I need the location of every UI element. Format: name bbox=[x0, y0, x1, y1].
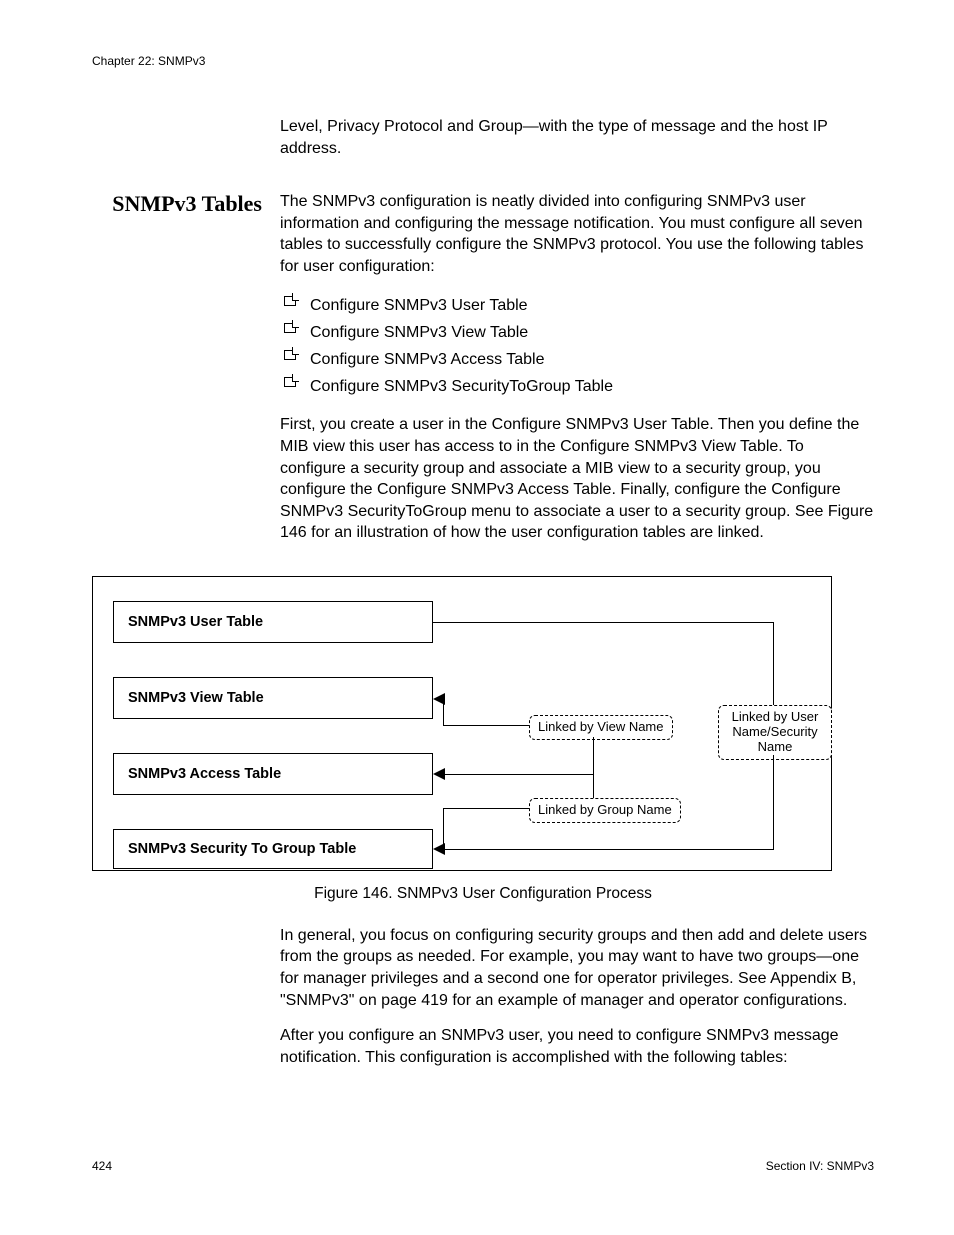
figure-label-view: Linked by View Name bbox=[529, 715, 673, 740]
figure-table-security: SNMPv3 Security To Group Table bbox=[113, 829, 433, 869]
connector bbox=[773, 755, 774, 849]
list-item-label: Configure SNMPv3 SecurityToGroup Table bbox=[310, 378, 613, 395]
figure-label-group: Linked by Group Name bbox=[529, 798, 681, 823]
section-p2: First, you create a user in the Configur… bbox=[280, 414, 874, 544]
after-p3: In general, you focus on configuring sec… bbox=[280, 925, 874, 1011]
bullet-icon bbox=[284, 377, 296, 387]
after-p4: After you configure an SNMPv3 user, you … bbox=[280, 1025, 874, 1068]
section-heading: SNMPv3 Tables bbox=[92, 191, 280, 217]
config-bullet-list: Configure SNMPv3 User Table Configure SN… bbox=[280, 292, 874, 401]
connector bbox=[593, 737, 594, 798]
connector bbox=[443, 808, 529, 809]
arrow-icon bbox=[433, 768, 447, 780]
list-item-label: Configure SNMPv3 View Table bbox=[310, 324, 528, 341]
page-footer: 424 Section IV: SNMPv3 bbox=[92, 1159, 874, 1173]
list-item: Configure SNMPv3 Access Table bbox=[280, 346, 874, 373]
connector bbox=[773, 622, 774, 705]
bullet-icon bbox=[284, 350, 296, 360]
list-item-label: Configure SNMPv3 User Table bbox=[310, 297, 528, 314]
connector bbox=[443, 725, 529, 726]
section-p1: The SNMPv3 configuration is neatly divid… bbox=[280, 191, 874, 277]
intro-continuation: Level, Privacy Protocol and Group—with t… bbox=[280, 116, 874, 159]
bullet-icon bbox=[284, 296, 296, 306]
figure-caption: Figure 146. SNMPv3 User Configuration Pr… bbox=[92, 885, 874, 903]
figure-table-access: SNMPv3 Access Table bbox=[113, 753, 433, 795]
arrow-icon bbox=[433, 693, 447, 705]
page-number: 424 bbox=[92, 1159, 112, 1173]
list-item: Configure SNMPv3 SecurityToGroup Table bbox=[280, 373, 874, 400]
figure-box: SNMPv3 User Table SNMPv3 View Table SNMP… bbox=[92, 576, 832, 871]
connector bbox=[443, 849, 774, 850]
section-label: Section IV: SNMPv3 bbox=[766, 1159, 874, 1173]
figure-146: SNMPv3 User Table SNMPv3 View Table SNMP… bbox=[92, 576, 874, 903]
figure-label-user: Linked by User Name/Security Name bbox=[718, 705, 832, 760]
figure-table-view: SNMPv3 View Table bbox=[113, 677, 433, 719]
list-item-label: Configure SNMPv3 Access Table bbox=[310, 351, 544, 368]
connector bbox=[443, 774, 594, 775]
figure-table-user: SNMPv3 User Table bbox=[113, 601, 433, 643]
list-item: Configure SNMPv3 View Table bbox=[280, 319, 874, 346]
bullet-icon bbox=[284, 323, 296, 333]
chapter-header: Chapter 22: SNMPv3 bbox=[92, 54, 874, 68]
list-item: Configure SNMPv3 User Table bbox=[280, 292, 874, 319]
connector bbox=[443, 698, 444, 726]
connector bbox=[433, 622, 773, 623]
